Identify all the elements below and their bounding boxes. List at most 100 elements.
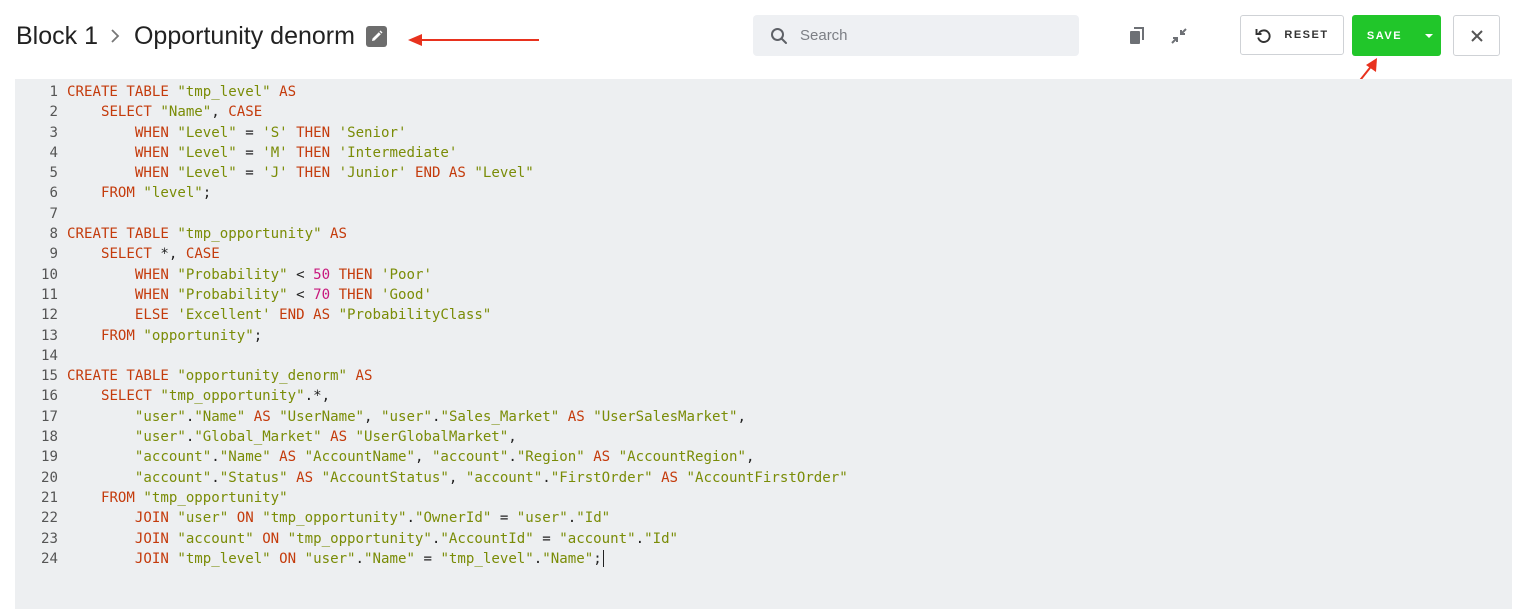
code-token: ,	[211, 104, 229, 121]
code-line[interactable]: 10 WHEN "Probability" < 50 THEN 'Poor'	[15, 265, 848, 285]
code-token: JOIN	[134, 550, 178, 567]
breadcrumb-parent[interactable]: Block 1	[16, 22, 98, 51]
code-line[interactable]: 14	[15, 346, 848, 366]
code-token: "user"	[381, 408, 432, 425]
code-token: "tmp_level"	[177, 550, 271, 567]
code-line[interactable]: 4 WHEN "Level" = 'M' THEN 'Intermediate'	[15, 143, 848, 163]
code-line[interactable]: 18 "user"."Global_Market" AS "UserGlobal…	[15, 427, 848, 447]
chevron-right-icon	[110, 29, 120, 43]
code-token: AS	[347, 368, 373, 385]
code-line[interactable]: 9 SELECT *, CASE	[15, 244, 848, 264]
code-line[interactable]: 8 CREATE TABLE "tmp_opportunity" AS	[15, 224, 848, 244]
code-token: "Name"	[219, 449, 271, 466]
code-line[interactable]: 13 FROM "opportunity";	[15, 326, 848, 346]
code-token: ON	[270, 550, 305, 567]
line-text: SELECT "tmp_opportunity".*,	[67, 386, 330, 406]
code-token: "tmp_opportunity"	[287, 530, 432, 547]
code-token: THEN	[287, 165, 339, 182]
code-token: .	[635, 530, 645, 547]
line-number: 17	[41, 408, 58, 425]
code-token: AS	[270, 449, 305, 466]
code-line[interactable]: 22 JOIN "user" ON "tmp_opportunity"."Own…	[15, 508, 848, 528]
close-button[interactable]	[1453, 15, 1500, 56]
code-token: =	[236, 165, 263, 182]
code-line[interactable]: 11 WHEN "Probability" < 70 THEN 'Good'	[15, 285, 848, 305]
line-number: 21	[41, 489, 58, 506]
line-text: WHEN "Level" = 'S' THEN 'Senior'	[67, 123, 407, 143]
code-token: "Name"	[542, 550, 594, 567]
code-line[interactable]: 19 "account"."Name" AS "AccountName", "a…	[15, 447, 848, 467]
code-line[interactable]: 3 WHEN "Level" = 'S' THEN 'Senior'	[15, 123, 848, 143]
reset-button[interactable]: RESET	[1240, 15, 1344, 55]
line-text: FROM "tmp_opportunity"	[67, 488, 288, 508]
code-line[interactable]: 5 WHEN "Level" = 'J' THEN 'Junior' END A…	[15, 163, 848, 183]
code-line[interactable]: 16 SELECT "tmp_opportunity".*,	[15, 386, 848, 406]
code-line[interactable]: 7	[15, 204, 848, 224]
code-token: THEN	[330, 266, 382, 283]
code-token: *,	[160, 246, 186, 263]
code-token: "user"	[134, 429, 186, 446]
code-token: =	[236, 124, 263, 141]
code-line[interactable]: 24 JOIN "tmp_level" ON "user"."Name" = "…	[15, 549, 848, 569]
line-number: 2	[49, 104, 59, 121]
code-line[interactable]: 21 FROM "tmp_opportunity"	[15, 488, 848, 508]
code-token: "FirstOrder"	[550, 469, 653, 486]
code-token: "AccountName"	[304, 449, 415, 466]
code-editor[interactable]: 1 CREATE TABLE "tmp_level" AS 2 SELECT "Na…	[15, 79, 1512, 609]
search-icon	[770, 27, 788, 45]
line-text: CREATE TABLE "tmp_opportunity" AS	[67, 224, 347, 244]
code-line[interactable]: 20 "account"."Status" AS "AccountStatus"…	[15, 468, 848, 488]
code-token: "tmp_opportunity"	[160, 388, 305, 405]
code-line[interactable]: 6 FROM "level";	[15, 183, 848, 203]
code-line[interactable]: 1 CREATE TABLE "tmp_level" AS	[15, 82, 848, 102]
code-token: 'J'	[262, 165, 288, 182]
code-token: THEN	[287, 144, 339, 161]
pencil-icon[interactable]	[365, 25, 387, 47]
code-token: CREATE TABLE	[67, 226, 178, 243]
code-line[interactable]: 15 CREATE TABLE "opportunity_denorm" AS	[15, 366, 848, 386]
code-token: "user"	[177, 510, 229, 527]
code-token: .	[533, 550, 543, 567]
code-token: "user"	[134, 408, 186, 425]
search-input[interactable]	[798, 26, 1062, 45]
copy-icon[interactable]	[1125, 24, 1149, 48]
code-token: CREATE TABLE	[67, 84, 178, 100]
code-token: ;	[253, 327, 263, 344]
code-line[interactable]: 17 "user"."Name" AS "UserName", "user"."…	[15, 407, 848, 427]
line-text: SELECT "Name", CASE	[67, 102, 262, 122]
line-number: 8	[49, 226, 59, 243]
collapse-icon[interactable]	[1167, 24, 1191, 48]
code-token: AS	[287, 469, 322, 486]
caret-down-icon[interactable]	[1417, 15, 1441, 56]
line-text: SELECT *, CASE	[67, 244, 220, 264]
code-token: .	[406, 510, 415, 527]
code-line[interactable]: 23 JOIN "account" ON "tmp_opportunity"."…	[15, 529, 848, 549]
code-token: "tmp_level"	[177, 84, 271, 100]
search-box[interactable]	[753, 15, 1079, 56]
line-number: 12	[41, 307, 58, 324]
code-token: FROM	[100, 489, 144, 506]
line-number: 10	[41, 266, 58, 283]
save-button[interactable]: SAVE	[1352, 15, 1441, 56]
code-token: "Probability"	[177, 286, 288, 303]
code-token: "opportunity"	[143, 327, 254, 344]
save-label: SAVE	[1366, 29, 1403, 42]
line-text: WHEN "Probability" < 70 THEN 'Good'	[67, 285, 432, 305]
line-number: 24	[41, 550, 58, 567]
code-token: 'M'	[262, 144, 288, 161]
code-token: 50	[313, 266, 331, 283]
code-line[interactable]: 12 ELSE 'Excellent' END AS "ProbabilityC…	[15, 305, 848, 325]
code-token: "account"	[177, 530, 254, 547]
code-token: .	[508, 449, 517, 466]
line-text: FROM "opportunity";	[67, 326, 262, 346]
code-token: 'Poor'	[381, 266, 432, 283]
code-line[interactable]: 2 SELECT "Name", CASE	[15, 102, 848, 122]
code-token: WHEN	[134, 165, 178, 182]
code-token: AS	[321, 429, 356, 446]
